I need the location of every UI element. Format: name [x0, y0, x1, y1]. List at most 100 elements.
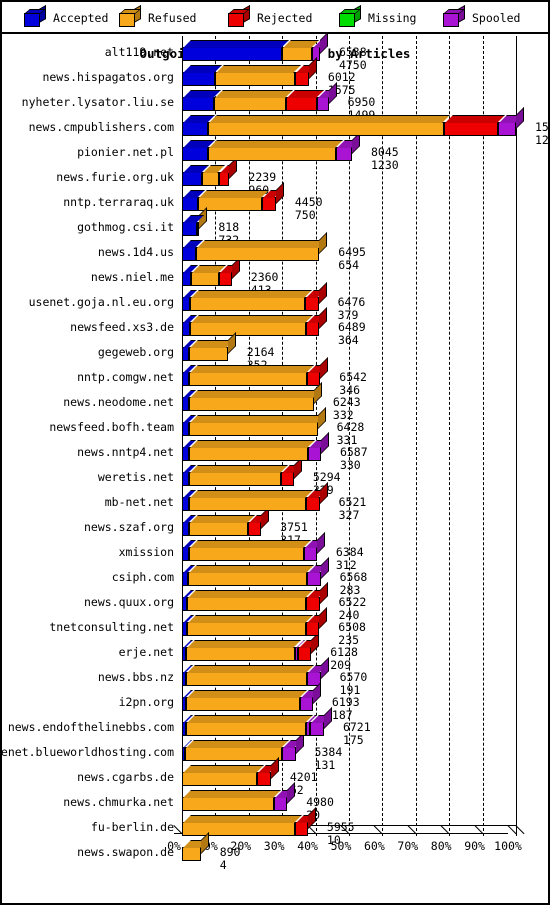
- bar-row-label: news.cgarbs.de: [77, 770, 174, 784]
- bar-segment: [182, 740, 192, 761]
- bar-segment-top: [189, 540, 311, 548]
- bar-segment-top: [190, 315, 313, 323]
- bar-segment-top: [187, 640, 302, 648]
- bar-row-label: mb-net.net: [104, 495, 174, 509]
- cube-side: [39, 4, 46, 24]
- bar-segment: [443, 115, 505, 136]
- bar-wrapper: 6193 187: [174, 682, 548, 721]
- bar-segment: [273, 782, 296, 811]
- bar-segment: [189, 365, 314, 386]
- legend-label: Rejected: [257, 11, 313, 25]
- bar-segment: [182, 190, 206, 211]
- bar-segment: [247, 507, 270, 536]
- bar-segment: [305, 282, 327, 311]
- bar-segment: [189, 315, 313, 336]
- bar-row: nntp.comgw.net 6542 346: [2, 357, 548, 396]
- bar-segment: [182, 340, 197, 361]
- bar-segment: [185, 740, 290, 761]
- bar-segment: [182, 240, 203, 261]
- bar-row-label: pionier.net.pl: [77, 145, 174, 159]
- bar-segment-top: [191, 290, 313, 298]
- bar-wrapper: 6721 175: [174, 707, 548, 746]
- bar-segment: [182, 665, 193, 686]
- bar-wrapper: 6384 312: [174, 532, 548, 571]
- bar-segment-top: [186, 740, 290, 748]
- bar-segment-top: [183, 790, 281, 798]
- bar-total-value: 6521: [338, 495, 367, 509]
- cube-side: [458, 4, 465, 24]
- bar-wrapper: 6476 379: [174, 282, 548, 321]
- bar-segment: [182, 40, 290, 61]
- bar-segment-top: [209, 115, 451, 123]
- bar-total-value: 6489: [337, 320, 366, 334]
- axis-tick-label: 70%: [397, 839, 419, 853]
- bar-row: usenet.goja.nl.eu.org 6476 379: [2, 282, 548, 321]
- bar-segment: [188, 565, 315, 586]
- bar-total-value: 2360: [250, 270, 279, 284]
- bar-row-label: usenet.goja.nl.eu.org: [28, 295, 174, 309]
- bar-segment: [182, 140, 216, 161]
- bar-segment: [182, 590, 194, 611]
- bar-row: gothmog.csi.it818732: [2, 207, 548, 246]
- legend-item-missing: Missing: [339, 2, 416, 34]
- bar-row: tnetconsulting.net 6508 235: [2, 607, 548, 646]
- axis-tick-label: 80%: [430, 839, 452, 853]
- bar-segment: [187, 590, 314, 611]
- bar-segment: [182, 832, 209, 861]
- bar-segment: [190, 265, 226, 286]
- bar-wrapper: 158151234: [174, 107, 550, 146]
- bar-row: nyheter.lysator.liu.se69501499: [2, 82, 548, 121]
- bar-row-label: news.1d4.us: [97, 245, 174, 259]
- bar-rows: alt119.net 6538 4750 news.hispagatos.org 601…: [0, 32, 550, 871]
- bar-segment: [190, 290, 313, 311]
- bar-total-value: 6587: [339, 445, 368, 459]
- bar-segment-top: [190, 390, 321, 398]
- bar-segment: [213, 90, 293, 111]
- bar-segment: [309, 707, 332, 736]
- axis-tick-label: 100%: [494, 839, 522, 853]
- bar-segment: [182, 415, 196, 436]
- bar-row: gegeweb.org2164352: [2, 332, 548, 371]
- bar-wrapper: 5294329: [174, 457, 548, 496]
- bar-segment: [189, 382, 322, 411]
- bar-segment: [189, 332, 236, 361]
- bar-segment: [195, 232, 328, 261]
- bar-segment: [182, 815, 302, 836]
- bar-segment: [187, 615, 313, 636]
- bar-total-value: 6508: [338, 620, 366, 634]
- bar-segment: [182, 565, 195, 586]
- bar-total-value: 4980: [306, 795, 334, 809]
- bar-row-label: newsfeed.xs3.de: [70, 320, 174, 334]
- bar-wrapper: 6542 346: [174, 357, 548, 396]
- bar-segment-top: [186, 715, 313, 723]
- cube-face: [24, 13, 40, 27]
- bar-row: xmission 6384 312: [2, 532, 548, 571]
- bar-segment: [198, 190, 270, 211]
- cube-face: [228, 13, 244, 27]
- bar-segment: [182, 265, 198, 286]
- bar-row-label: tnetconsulting.net: [49, 620, 174, 634]
- bar-row-label: newsfeed.bofh.team: [49, 420, 174, 434]
- axis-tick-label: 30%: [263, 839, 285, 853]
- bar-wrapper: 69501499: [174, 82, 548, 121]
- bar-wrapper: 6508 235: [174, 607, 548, 646]
- bar-total-value: 6012: [327, 70, 356, 84]
- bar-row: mb-net.net 6521 327: [2, 482, 548, 521]
- bar-segment-top: [190, 440, 315, 448]
- legend-item-refused: Refused: [119, 2, 196, 34]
- bar-wrapper: 6243 332: [174, 382, 548, 421]
- bar-row: csiph.com 6568 283: [2, 557, 548, 596]
- bar-segment: [186, 690, 307, 711]
- bar-segment: [182, 90, 221, 111]
- bar-wrapper: 4201 62: [174, 757, 548, 796]
- axis-tick-label: 60%: [364, 839, 385, 853]
- bar-segment-top: [187, 665, 315, 673]
- bar-row-label: news.quux.org: [83, 595, 174, 609]
- legend-label: Spooled: [472, 11, 521, 25]
- bar-segment: [189, 440, 315, 461]
- bar-segment: [197, 207, 208, 236]
- bar-segment: [299, 682, 321, 711]
- bar-segment: [182, 715, 193, 736]
- cube-icon: [339, 4, 361, 27]
- bar-wrapper: 8045 1230: [174, 132, 548, 171]
